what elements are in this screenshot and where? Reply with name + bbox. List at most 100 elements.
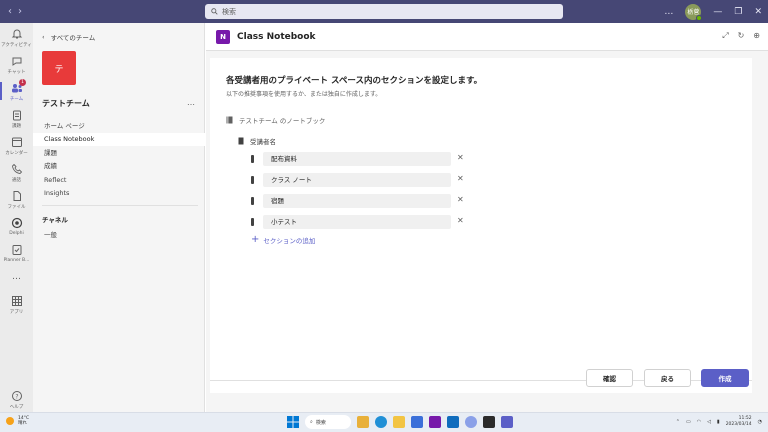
- channel-reflect[interactable]: Reflect: [33, 174, 205, 187]
- close-icon[interactable]: ✕: [754, 7, 762, 17]
- remove-section-icon[interactable]: ✕: [457, 216, 464, 225]
- taskbar-search-label: 検索: [315, 419, 326, 426]
- network-icon[interactable]: ▭: [686, 419, 691, 425]
- section-name-field[interactable]: 配布資料: [263, 152, 451, 166]
- channels-heading: チャネル: [42, 216, 68, 224]
- chat-icon: [12, 57, 21, 66]
- expand-icon[interactable]: ⤢: [722, 31, 728, 41]
- refresh-icon[interactable]: ↻: [738, 31, 745, 41]
- outlook-icon[interactable]: [447, 416, 459, 428]
- notebook-icon: [226, 116, 233, 124]
- drag-handle-icon[interactable]: [251, 155, 254, 163]
- globe-icon[interactable]: ⊕: [753, 31, 760, 41]
- search-input[interactable]: 検索: [205, 4, 563, 19]
- rail-item-activity[interactable]: アクティビティ: [0, 28, 33, 48]
- all-teams-link[interactable]: ‹ すべてのチーム: [42, 32, 95, 42]
- folder-icon[interactable]: [393, 416, 405, 428]
- weather-text: 14°C 晴れ: [18, 416, 29, 426]
- channel-class-notebook[interactable]: Class Notebook: [33, 133, 205, 146]
- svg-text:?: ?: [15, 393, 18, 400]
- drag-handle-icon[interactable]: [251, 197, 254, 205]
- app-rail: アクティビティ チャット 1 チーム 課題 カレンダー 通話 ファイル Delp…: [0, 23, 33, 412]
- drag-handle-icon[interactable]: [251, 218, 254, 226]
- section-name-field[interactable]: 宿題: [263, 194, 451, 208]
- rail-item-apps[interactable]: アプリ: [0, 295, 33, 315]
- remove-section-icon[interactable]: ✕: [457, 195, 464, 204]
- onenote-icon[interactable]: [429, 416, 441, 428]
- minimize-icon[interactable]: —: [713, 7, 722, 17]
- rail-label: ファイル: [7, 205, 26, 210]
- section-name-field[interactable]: クラス ノート: [263, 173, 451, 187]
- rail-item-teams[interactable]: 1 チーム: [0, 79, 33, 102]
- back-arrow-icon[interactable]: ‹: [8, 6, 12, 17]
- more-options-icon[interactable]: …: [664, 7, 673, 17]
- teams-app-icon[interactable]: [501, 416, 513, 428]
- volume-icon[interactable]: ◁: [707, 419, 711, 425]
- title-bar-controls: … 栃菅 — ❐ ✕: [664, 0, 762, 23]
- channel-grades[interactable]: 成績: [33, 160, 205, 173]
- sun-icon: [6, 417, 14, 425]
- header-actions: ⤢ ↻ ⊕: [722, 31, 760, 41]
- notification-icon[interactable]: ◔: [758, 419, 762, 425]
- rail-label: ヘルプ: [9, 405, 24, 410]
- notification-badge: 1: [19, 79, 26, 86]
- channel-insights[interactable]: Insights: [33, 187, 205, 200]
- back-button[interactable]: 戻る: [644, 369, 691, 387]
- rail-label: 通話: [12, 178, 21, 183]
- taskbar-search[interactable]: ⌕ 検索: [305, 415, 351, 429]
- channel-general[interactable]: 一般: [33, 229, 205, 242]
- rail-label: Delphi: [9, 231, 24, 236]
- divider: [42, 205, 198, 206]
- create-button[interactable]: 作成: [701, 369, 749, 387]
- rail-more-button[interactable]: …: [0, 272, 33, 282]
- clock-date: 2023/03/14: [725, 422, 752, 427]
- windows-taskbar: 14°C 晴れ ⌕ 検索 ⌃ ▭ ◠ ◁ ▮ 11:52 2023/03/14 ◔: [0, 412, 768, 432]
- chevron-left-icon: ‹: [42, 33, 45, 41]
- add-section-label: セクションの追加: [263, 237, 316, 245]
- rail-item-calendar[interactable]: カレンダー: [0, 136, 33, 156]
- remove-section-icon[interactable]: ✕: [457, 174, 464, 183]
- channel-home[interactable]: ホーム ページ: [33, 120, 205, 133]
- rail-item-chat[interactable]: チャット: [0, 55, 33, 75]
- windows-start-icon[interactable]: [287, 416, 299, 428]
- store-icon[interactable]: [411, 416, 423, 428]
- all-teams-label: すべてのチーム: [50, 34, 96, 42]
- history-nav: ‹ ›: [8, 6, 22, 17]
- edge-icon[interactable]: [375, 416, 387, 428]
- section-row: クラス ノート ✕: [251, 173, 464, 187]
- channel-assignments[interactable]: 課題: [33, 147, 205, 160]
- rail-item-calls[interactable]: 通話: [0, 163, 33, 183]
- confirm-button[interactable]: 確認: [586, 369, 633, 387]
- rail-item-help[interactable]: ? ヘルプ: [0, 390, 33, 410]
- add-section-button[interactable]: + セクションの追加: [251, 235, 316, 246]
- help-icon: ?: [11, 391, 22, 401]
- calendar-icon: [11, 137, 22, 147]
- wifi-icon[interactable]: ◠: [697, 419, 701, 425]
- rail-item-files[interactable]: ファイル: [0, 190, 33, 210]
- team-more-button[interactable]: …: [187, 98, 195, 107]
- search-placeholder: 検索: [222, 7, 236, 16]
- rail-item-delphi[interactable]: Delphi: [0, 217, 33, 236]
- avatar[interactable]: 栃菅: [685, 3, 703, 21]
- copilot-icon[interactable]: [465, 416, 477, 428]
- search-icon: ⌕: [310, 419, 313, 425]
- phone-icon: [11, 163, 22, 174]
- chevron-up-icon[interactable]: ⌃: [676, 419, 680, 425]
- rail-item-assignments[interactable]: 課題: [0, 109, 33, 129]
- battery-icon[interactable]: ▮: [717, 419, 720, 425]
- drag-handle-icon[interactable]: [251, 176, 254, 184]
- rail-item-planner[interactable]: Planner B...: [0, 244, 33, 263]
- forward-arrow-icon[interactable]: ›: [18, 6, 22, 17]
- rail-label: アプリ: [9, 310, 24, 315]
- weather-widget[interactable]: 14°C 晴れ: [6, 416, 29, 426]
- terminal-icon[interactable]: [483, 416, 495, 428]
- remove-section-icon[interactable]: ✕: [457, 153, 464, 162]
- rail-label: 課題: [12, 124, 21, 129]
- system-tray: ⌃ ▭ ◠ ◁ ▮ 11:52 2023/03/14 ◔: [676, 416, 762, 428]
- rail-label: アクティビティ: [1, 43, 32, 48]
- file-explorer-icon[interactable]: [357, 416, 369, 428]
- section-name-field[interactable]: 小テスト: [263, 215, 451, 229]
- clock[interactable]: 11:52 2023/03/14: [726, 416, 752, 428]
- section-row: 宿題 ✕: [251, 194, 464, 208]
- maximize-icon[interactable]: ❐: [734, 7, 742, 17]
